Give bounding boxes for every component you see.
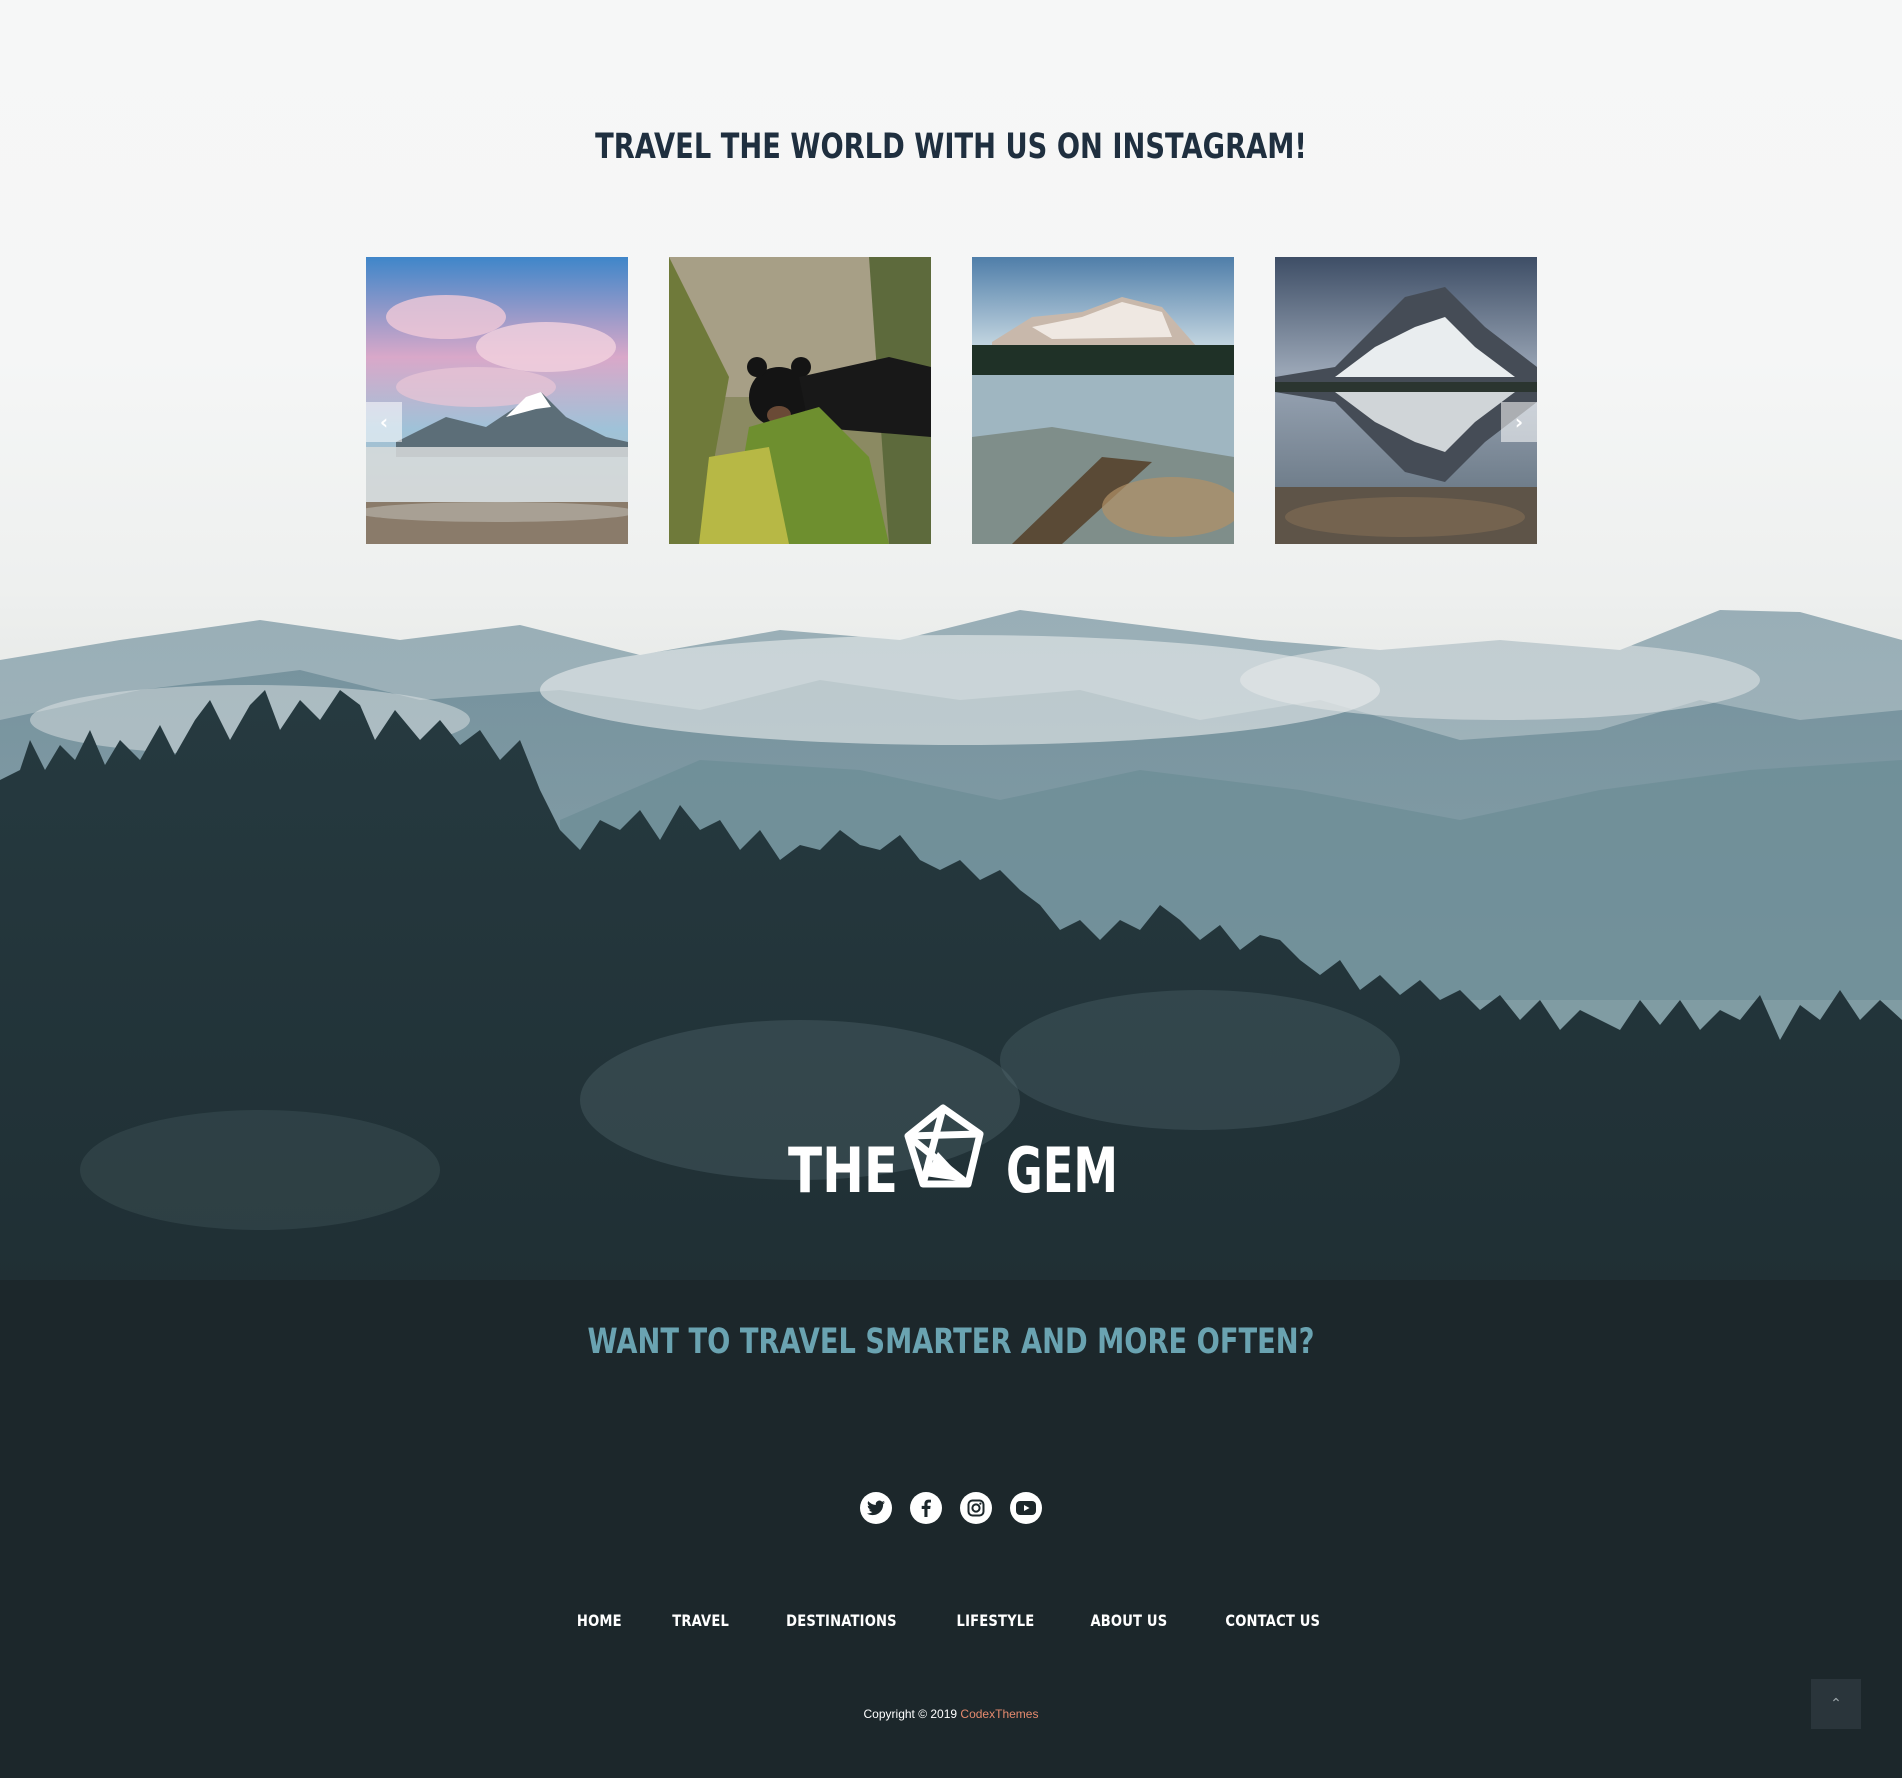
thegem-logo[interactable]: THE GEM [788, 1104, 1118, 1207]
youtube-icon[interactable] [1010, 1492, 1042, 1524]
logo-text-right: GEM [1006, 1134, 1118, 1200]
gallery-image-2[interactable] [669, 257, 931, 544]
gallery-image-4[interactable]: › [1275, 257, 1537, 544]
nav-contact[interactable]: CONTACT US [1225, 1611, 1320, 1630]
instagram-gallery: ‹ › [366, 257, 1537, 544]
section-title: TRAVEL THE WORLD WITH US ON INSTAGRAM! [595, 127, 1307, 167]
copyright: Copyright © 2019 CodexThemes [0, 1707, 1902, 1721]
carousel-next-button[interactable]: › [1501, 402, 1537, 442]
logo-text-left: THE [788, 1134, 898, 1200]
nav-destinations[interactable]: DESTINATIONS [786, 1611, 897, 1630]
nav-lifestyle[interactable]: LIFESTYLE [956, 1611, 1034, 1630]
copyright-text: Copyright © 2019 [863, 1707, 958, 1721]
gallery-image-1[interactable]: ‹ [366, 257, 628, 544]
social-links [860, 1492, 1042, 1524]
nav-about[interactable]: ABOUT US [1090, 1611, 1167, 1630]
facebook-icon[interactable] [910, 1492, 942, 1524]
gallery-image-3[interactable] [972, 257, 1234, 544]
footer-nav: HOME TRAVEL DESTINATIONS LIFESTYLE ABOUT… [0, 1611, 1902, 1630]
nav-home[interactable]: HOME [577, 1611, 622, 1630]
copyright-brand-link[interactable]: CodexThemes [960, 1707, 1038, 1721]
nav-travel[interactable]: TRAVEL [672, 1611, 729, 1630]
instagram-icon[interactable] [960, 1492, 992, 1524]
twitter-icon[interactable] [860, 1492, 892, 1524]
footer-tagline: WANT TO TRAVEL SMARTER AND MORE OFTEN? [587, 1322, 1315, 1362]
scroll-to-top-button[interactable]: ⌃ [1811, 1679, 1861, 1729]
carousel-prev-button[interactable]: ‹ [366, 402, 402, 442]
